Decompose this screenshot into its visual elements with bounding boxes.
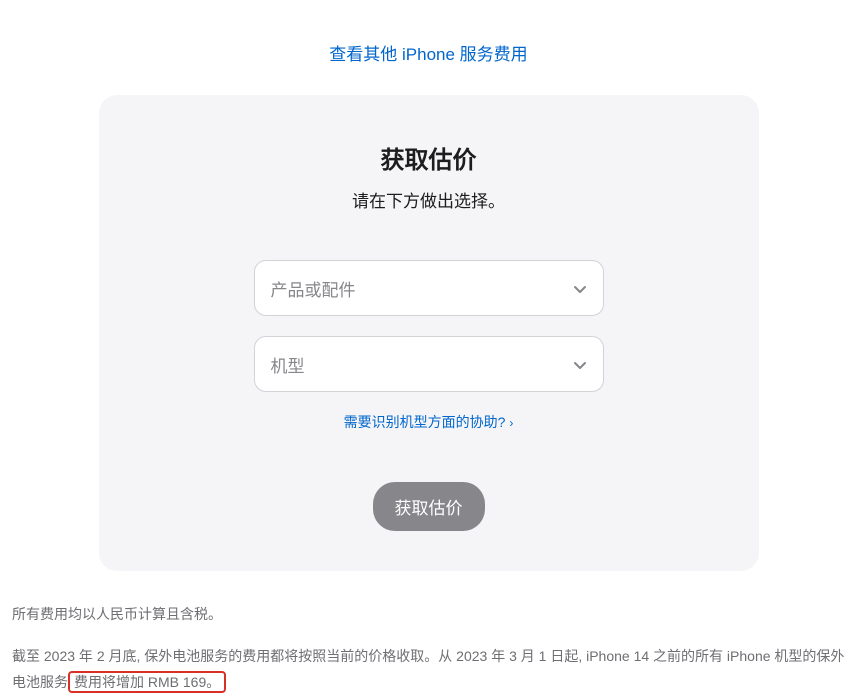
help-link-label: 需要识别机型方面的协助? (344, 414, 506, 430)
footer-line2: 截至 2023 年 2 月底, 保外电池服务的费用都将按照当前的价格收取。从 2… (12, 643, 845, 696)
model-select-wrap: 机型 (254, 336, 604, 392)
card-subtitle: 请在下方做出选择。 (139, 187, 719, 212)
model-select[interactable]: 机型 (254, 336, 604, 392)
footer-line1: 所有费用均以人民币计算且含税。 (12, 601, 845, 628)
model-select-placeholder: 机型 (271, 352, 305, 377)
product-select[interactable]: 产品或配件 (254, 260, 604, 316)
card-title: 获取估价 (139, 140, 719, 175)
help-link-container: 需要识别机型方面的协助?› (139, 412, 719, 432)
get-estimate-button[interactable]: 获取估价 (373, 482, 485, 531)
price-increase-highlight: 费用将增加 RMB 169。 (68, 671, 226, 693)
chevron-down-icon (573, 281, 587, 295)
footer-text: 所有费用均以人民币计算且含税。 截至 2023 年 2 月底, 保外电池服务的费… (12, 601, 845, 696)
top-link-container: 查看其他 iPhone 服务费用 (0, 0, 857, 95)
other-services-link[interactable]: 查看其他 iPhone 服务费用 (329, 45, 527, 64)
chevron-down-icon (573, 357, 587, 371)
identify-model-help-link[interactable]: 需要识别机型方面的协助?› (344, 414, 514, 430)
product-select-placeholder: 产品或配件 (271, 276, 356, 301)
chevron-right-icon: › (509, 416, 513, 430)
estimate-card: 获取估价 请在下方做出选择。 产品或配件 机型 需要识别机型方面的协助?› 获取 (99, 95, 759, 571)
product-select-wrap: 产品或配件 (254, 260, 604, 316)
